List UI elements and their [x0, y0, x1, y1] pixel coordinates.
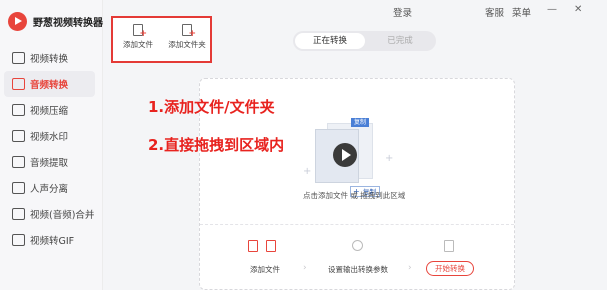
tab-converting[interactable]: 正在转换 [295, 33, 365, 49]
sidebar: 野葱视频转换器 视频转换 音频转换 视频压缩 视频水印 音频提取 人声分离 视频… [0, 0, 103, 290]
sidebar-item-gif[interactable]: 视频转GIF [0, 227, 103, 253]
add-file-label: 添加文件 [123, 40, 153, 49]
sidebar-nav: 视频转换 音频转换 视频压缩 视频水印 音频提取 人声分离 视频(音频)合并 视… [0, 45, 103, 253]
audio-extract-icon [12, 156, 25, 168]
gif-icon [12, 234, 25, 246]
add-folder-step-icon [266, 240, 276, 252]
add-file-button[interactable]: 添加文件 [115, 24, 161, 50]
minimize-button[interactable]: — [547, 4, 557, 15]
drop-hint: 点击添加文件 或 拖拽到此区域 [303, 191, 406, 200]
sidebar-item-watermark[interactable]: 视频水印 [0, 123, 103, 149]
sidebar-item-vocal-separate[interactable]: 人声分离 [0, 175, 103, 201]
settings-step-icon [352, 240, 363, 251]
app-logo-icon [8, 12, 27, 31]
drag-corner-tag: 复制 [351, 118, 370, 127]
app-name: 野葱视频转换器 [33, 18, 103, 29]
sidebar-item-audio-extract[interactable]: 音频提取 [0, 149, 103, 175]
audio-convert-icon [12, 78, 25, 90]
add-folder-label: 添加文件夹 [168, 40, 206, 49]
login-link[interactable]: 登录 [393, 5, 412, 19]
sidebar-item-audio-convert[interactable]: 音频转换 [4, 71, 95, 97]
annotation-step-2: 2.直接拖拽到区域内 [148, 136, 285, 154]
sidebar-item-label: 视频转换 [30, 54, 69, 65]
video-compress-icon [12, 104, 25, 116]
add-tools-highlight: 添加文件 添加文件夹 [111, 16, 212, 63]
sidebar-item-video-convert[interactable]: 视频转换 [0, 45, 103, 71]
sidebar-item-label: 视频转GIF [30, 236, 75, 247]
sidebar-item-label: 音频提取 [30, 158, 69, 169]
sidebar-item-label: 视频水印 [30, 132, 69, 143]
status-tabs: 正在转换 已完成 [293, 31, 436, 51]
sidebar-item-label: 人声分离 [30, 184, 69, 195]
step-arrow-icon: › [303, 263, 307, 273]
menu-link[interactable]: 菜单 [512, 5, 531, 19]
add-folder-button[interactable]: 添加文件夹 [164, 24, 210, 50]
tab-done[interactable]: 已完成 [365, 33, 435, 49]
watermark-icon [12, 130, 25, 142]
vocal-separate-icon [12, 182, 25, 194]
start-convert-button[interactable]: 开始转换 [426, 261, 474, 276]
plus-icon: + [303, 166, 312, 177]
play-icon [333, 143, 357, 167]
app-header: 野葱视频转换器 [8, 12, 103, 31]
step-set-params: 设置输出转换参数 [328, 265, 388, 274]
sidebar-item-label: 音频转换 [30, 80, 69, 91]
sound-step-icon [444, 240, 454, 252]
sidebar-item-merge[interactable]: 视频(音频)合并 [0, 201, 103, 227]
video-convert-icon [12, 52, 25, 64]
add-file-icon [133, 24, 147, 39]
merge-icon [12, 208, 25, 220]
close-button[interactable]: ✕ [574, 4, 582, 15]
step-arrow-icon: › [408, 263, 412, 273]
add-file-step-icon [248, 240, 258, 252]
plus-icon: + [385, 153, 394, 164]
annotation-step-1: 1.添加文件/文件夹 [148, 98, 275, 116]
service-link[interactable]: 客服 [485, 5, 504, 19]
step-add-file: 添加文件 [250, 265, 280, 274]
steps-divider [200, 224, 514, 225]
sidebar-item-video-compress[interactable]: 视频压缩 [0, 97, 103, 123]
sidebar-item-label: 视频(音频)合并 [30, 210, 95, 221]
sidebar-item-label: 视频压缩 [30, 106, 69, 117]
add-folder-icon [182, 24, 196, 39]
